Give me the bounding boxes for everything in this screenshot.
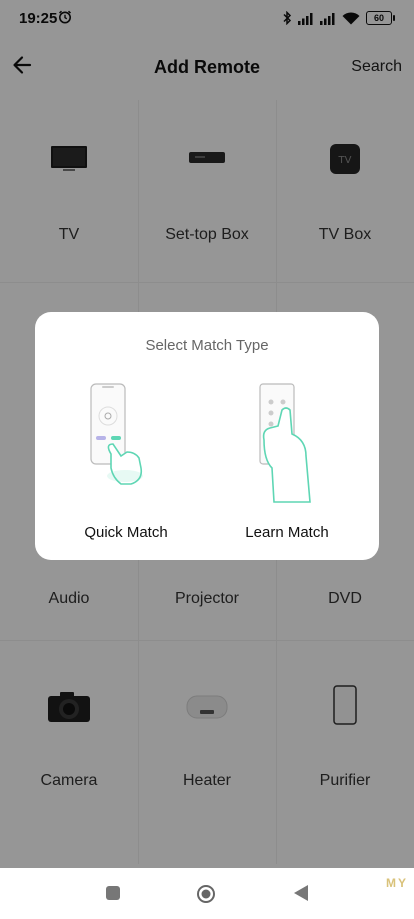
watermark: MY [386,876,408,890]
system-nav-bar: MY [0,868,414,919]
quick-match-phone-hand-icon [90,383,143,485]
learn-match-remote-hand-icon [259,383,311,503]
learn-match-option[interactable]: Learn Match [212,376,362,546]
quick-match-option[interactable]: Quick Match [51,376,201,546]
app-screen: 19:25 60 Add Remote Search TV Set-top Bo… [0,0,414,868]
quick-match-label: Quick Match [84,524,168,541]
dialog-title: Select Match Type [145,337,269,354]
match-type-dialog: Select Match Type Quick Match Learn Matc… [35,312,379,560]
recent-apps-icon[interactable] [104,884,122,902]
home-icon[interactable] [196,884,216,904]
back-triangle-icon[interactable] [292,884,310,902]
learn-match-label: Learn Match [245,524,329,541]
